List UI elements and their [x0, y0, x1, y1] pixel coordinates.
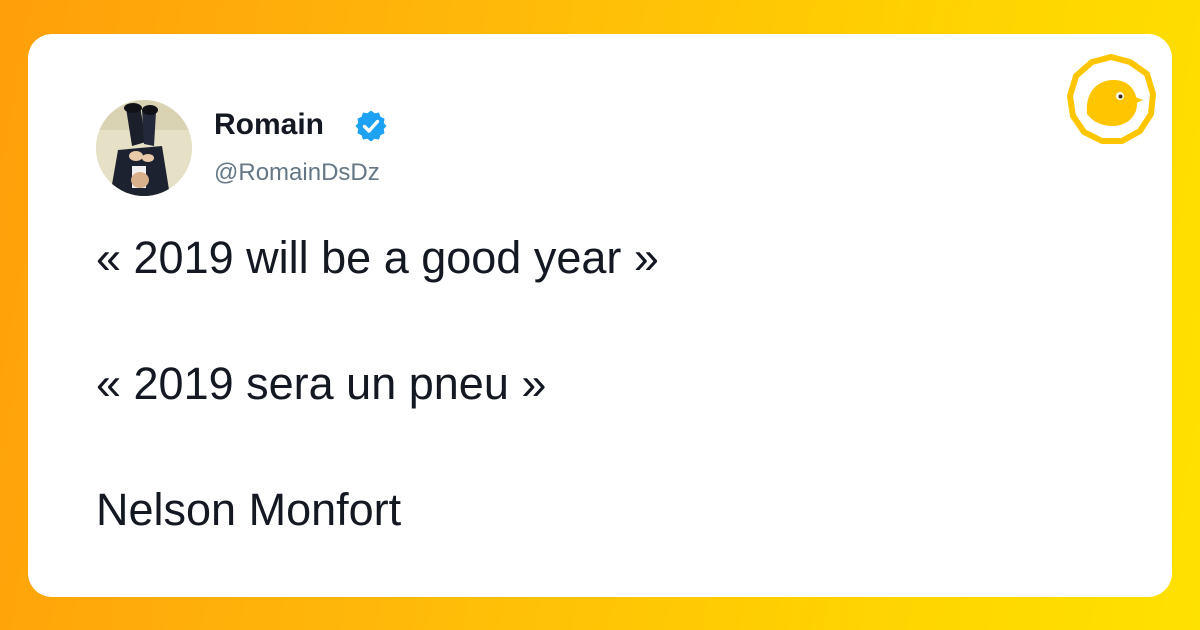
- user-name[interactable]: Romain: [214, 107, 324, 143]
- tweet-text-line-1: « 2019 will be a good year »: [96, 232, 659, 283]
- tweet-card: Romain @RomainDsDz « 2019 will be a good…: [28, 34, 1172, 597]
- user-handle[interactable]: @RomainDsDz: [214, 158, 380, 188]
- tweet-text-line-3: Nelson Monfort: [96, 484, 402, 535]
- verified-badge-icon: [354, 109, 388, 143]
- bird-hexagon-logo-icon: [1064, 52, 1158, 146]
- avatar[interactable]: [96, 100, 192, 196]
- tweet-text-line-2: « 2019 sera un pneu »: [96, 358, 547, 409]
- user-avatar-icon: [96, 100, 192, 196]
